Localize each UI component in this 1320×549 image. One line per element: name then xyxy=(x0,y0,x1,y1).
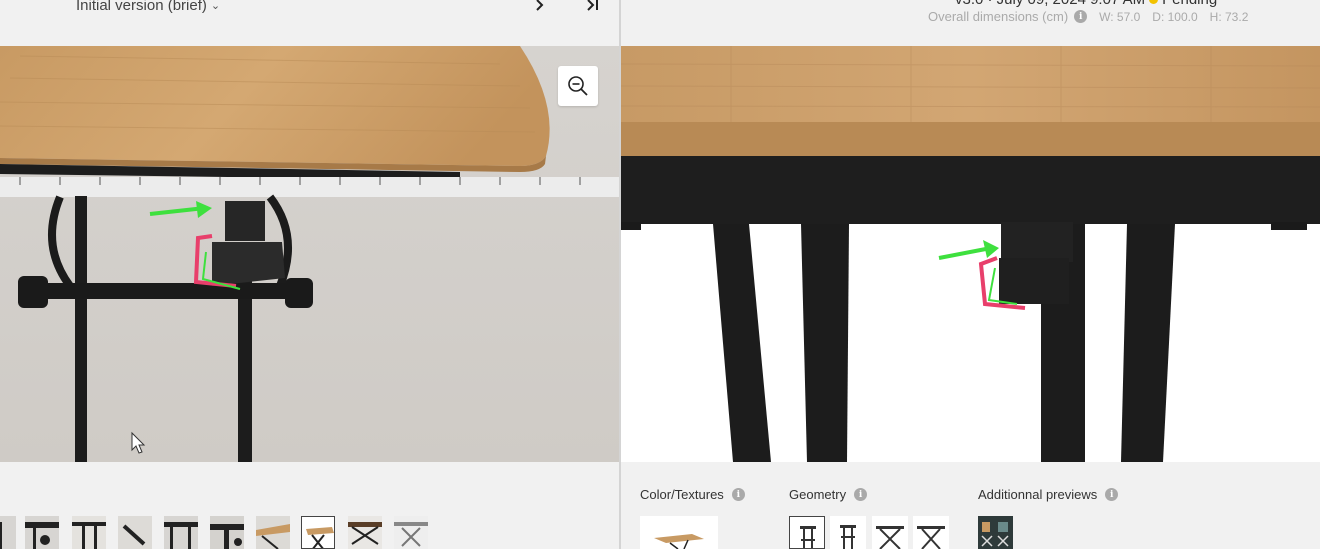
reference-toolbar: Initial version (brief) ⌄ xyxy=(0,0,619,46)
dimension-width: W: 57.0 xyxy=(1099,9,1141,24)
overall-dimensions: Overall dimensions (cm) i W: 57.0 D: 100… xyxy=(928,9,1248,24)
skip-to-end-icon xyxy=(587,0,598,11)
3d-render-view[interactable] xyxy=(621,46,1320,462)
reference-photo[interactable] xyxy=(0,46,619,462)
color-textures-label: Color/Textures xyxy=(640,487,724,502)
geometry-label: Geometry xyxy=(789,487,847,502)
additional-previews-label: Additionnal previews xyxy=(978,487,1098,502)
version-dropdown[interactable]: Initial version (brief) ⌄ xyxy=(76,0,220,14)
geometry-heading: Geometry i xyxy=(789,487,868,502)
thumbnail-active[interactable] xyxy=(301,516,335,549)
thumbnail[interactable] xyxy=(72,516,106,549)
thumbnail[interactable] xyxy=(256,516,290,549)
thumbnail[interactable] xyxy=(164,516,198,549)
reference-photo-illustration xyxy=(0,46,619,462)
version-dropdown-label: Initial version (brief) xyxy=(76,0,207,14)
thumbnail[interactable] xyxy=(394,516,428,549)
thumbnail[interactable] xyxy=(210,516,244,549)
thumbnail[interactable] xyxy=(25,516,59,549)
info-icon[interactable]: i xyxy=(854,488,868,501)
chevron-right-icon xyxy=(536,0,544,11)
additional-preview-thumbnail[interactable] xyxy=(978,516,1013,549)
thumbnail[interactable] xyxy=(0,516,16,549)
info-icon[interactable]: i xyxy=(1105,488,1119,501)
texture-option[interactable] xyxy=(640,516,718,549)
color-textures-heading: Color/Textures i xyxy=(640,487,745,502)
last-image-button[interactable] xyxy=(585,0,601,19)
geometry-option[interactable] xyxy=(872,516,908,549)
reference-panel: Initial version (brief) ⌄ xyxy=(0,0,619,549)
dimensions-label: Overall dimensions (cm) xyxy=(928,9,1069,24)
geometry-option[interactable] xyxy=(913,516,949,549)
options-area: Color/Textures i Geometry i Additionnal … xyxy=(621,462,1320,549)
chevron-down-icon: ⌄ xyxy=(210,0,221,12)
render-illustration xyxy=(621,46,1320,462)
zoom-button[interactable] xyxy=(558,66,598,106)
info-icon[interactable]: i xyxy=(1074,10,1088,23)
zoom-out-icon xyxy=(568,76,588,96)
status-label: Pending xyxy=(1162,0,1217,8)
additional-previews-heading: Additionnal previews i xyxy=(978,487,1119,502)
info-icon[interactable]: i xyxy=(731,488,745,501)
dimension-height: H: 73.2 xyxy=(1209,9,1249,24)
status-dot-icon xyxy=(1149,0,1159,4)
version-status: v3.0 · July 09, 2024 9:07 AM Pending xyxy=(955,0,1217,8)
reference-thumbnail-strip xyxy=(0,516,619,549)
geometry-option-active[interactable] xyxy=(789,516,825,549)
thumbnail[interactable] xyxy=(348,516,382,549)
geometry-option[interactable] xyxy=(830,516,866,549)
version-info: v3.0 · July 09, 2024 9:07 AM xyxy=(955,0,1145,8)
next-image-button[interactable] xyxy=(534,0,546,19)
render-panel: v3.0 · July 09, 2024 9:07 AM Pending Ove… xyxy=(621,0,1320,549)
dimension-depth: D: 100.0 xyxy=(1152,9,1198,24)
thumbnail[interactable] xyxy=(118,516,152,549)
